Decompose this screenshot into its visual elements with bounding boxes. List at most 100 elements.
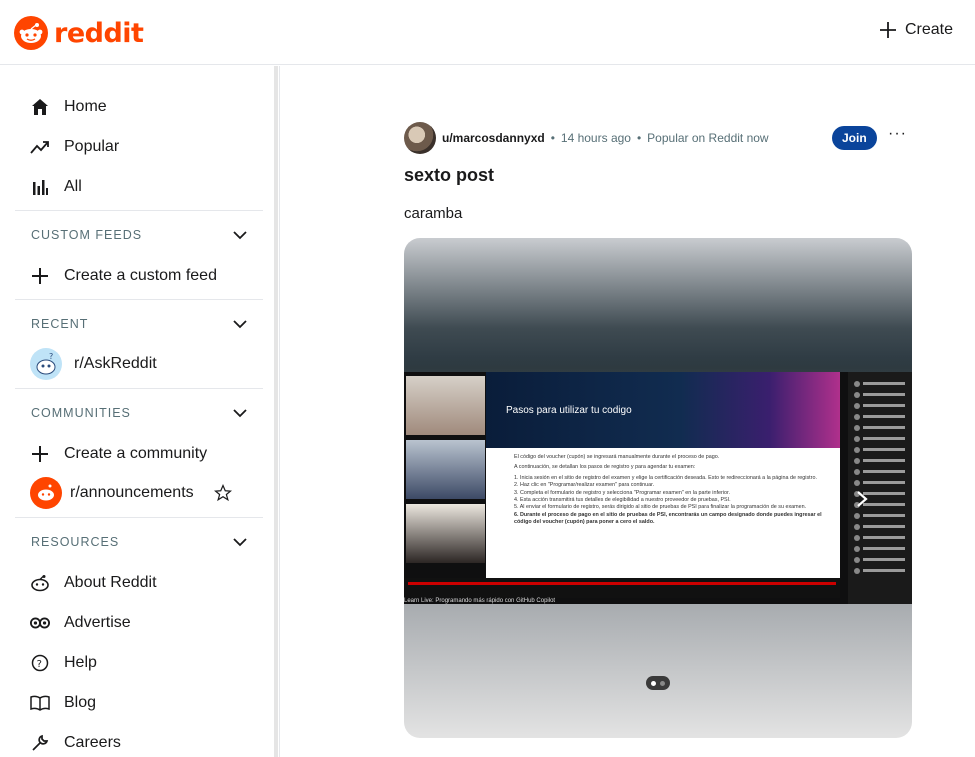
sidebar-item-label: Blog (64, 694, 97, 711)
sidebar-item-label: Careers (64, 734, 121, 751)
trending-icon (30, 137, 50, 157)
sidebar-item-announcements[interactable]: r/announcements (30, 477, 232, 509)
post-media-gallery[interactable]: Pasos para utilizar tu codigo El código … (404, 238, 912, 738)
author-avatar[interactable] (404, 122, 436, 154)
create-custom-feed[interactable]: Create a custom feed (30, 266, 217, 286)
home-icon (30, 97, 50, 117)
video-progress-bar (408, 582, 836, 585)
reddit-logo[interactable]: reddit (14, 16, 144, 50)
presentation-slide: Pasos para utilizar tu codigo El código … (486, 372, 840, 578)
left-sidebar: Home Popular All CUSTOM FEEDS Create a c… (0, 66, 280, 757)
communities-header[interactable]: COMMUNITIES (31, 406, 247, 420)
slide-line: A continuación, se detallan los pasos de… (514, 464, 696, 471)
webcam-tile (406, 504, 485, 563)
sidebar-item-advertise[interactable]: Advertise (30, 613, 131, 633)
chat-line (854, 543, 912, 554)
video-controls (404, 578, 840, 598)
slide-line: 5. Al enviar el formulario de registro, … (514, 504, 807, 511)
sidebar-item-popular[interactable]: Popular (30, 137, 119, 157)
slide-line: 1. Inicia sesión en el sitio de registro… (514, 474, 817, 481)
chat-line (854, 433, 912, 444)
slide-text: El código del voucher (cupón) se ingresa… (486, 448, 840, 527)
chat-line (854, 411, 912, 422)
chat-line (854, 565, 912, 576)
chat-line (854, 378, 912, 389)
help-icon: ? (30, 653, 50, 673)
webcam-tile (406, 376, 485, 435)
gallery-pager[interactable] (646, 676, 670, 690)
askreddit-avatar: ? (30, 348, 62, 380)
slide-line: El código del voucher (cupón) se ingresa… (514, 454, 720, 460)
pager-dot-active (651, 680, 656, 686)
sidebar-item-about-reddit[interactable]: About Reddit (30, 573, 157, 593)
chat-line (854, 554, 912, 565)
book-icon (30, 693, 50, 713)
sidebar-item-all[interactable]: All (30, 177, 82, 197)
sidebar-item-label: r/announcements (70, 484, 194, 501)
slide-title: Pasos para utilizar tu codigo (506, 405, 632, 416)
chevron-down-icon (233, 408, 247, 417)
meta-separator: • (636, 131, 642, 145)
chevron-down-icon (233, 230, 247, 239)
reddit-wordmark: reddit (54, 17, 144, 49)
live-chat-panel (848, 372, 912, 604)
advertise-icon (30, 613, 50, 633)
video-caption: Learn Live: Programando más rápido con G… (404, 598, 556, 604)
svg-text:?: ? (37, 659, 42, 670)
svg-text:?: ? (49, 352, 53, 361)
create-community[interactable]: Create a community (30, 444, 207, 464)
post-title[interactable]: sexto post (404, 165, 494, 186)
sidebar-scrollbar[interactable] (274, 66, 278, 757)
wrench-icon (30, 733, 50, 753)
chat-line (854, 477, 912, 488)
more-options-button[interactable]: ··· (888, 125, 907, 143)
custom-feeds-header[interactable]: CUSTOM FEEDS (31, 228, 247, 242)
section-heading: COMMUNITIES (31, 406, 131, 420)
chat-line (854, 455, 912, 466)
chat-line (854, 400, 912, 411)
create-button[interactable]: Create (879, 21, 953, 39)
slide-line: 2. Haz clic en "Programar/realizar exame… (514, 482, 655, 489)
sidebar-item-askreddit[interactable]: ? r/AskReddit (30, 348, 157, 380)
chevron-down-icon (233, 319, 247, 328)
plus-icon (30, 266, 50, 286)
section-heading: CUSTOM FEEDS (31, 228, 143, 242)
top-header: reddit Create (0, 0, 975, 65)
chat-line (854, 466, 912, 477)
sidebar-item-label: Advertise (64, 614, 131, 631)
chat-line (854, 422, 912, 433)
sidebar-item-home[interactable]: Home (30, 97, 107, 117)
slide-line: 4. Esta acción transmitirá tus detalles … (514, 497, 731, 504)
recent-header[interactable]: RECENT (31, 317, 247, 331)
section-heading: RECENT (31, 317, 89, 331)
sidebar-item-careers[interactable]: Careers (30, 733, 121, 753)
meta-separator: • (550, 131, 555, 145)
sidebar-divider (15, 388, 263, 389)
slide-line: 6. Durante el proceso de pago en el siti… (514, 511, 822, 526)
pager-dot (660, 680, 665, 686)
star-icon[interactable] (213, 484, 232, 502)
sidebar-item-help[interactable]: ? Help (30, 653, 97, 673)
chat-line (854, 444, 912, 455)
next-image-button[interactable] (856, 490, 868, 514)
post-meta-row: u/marcosdannyxd • 14 hours ago • Popular… (404, 121, 914, 155)
sidebar-item-label: Help (64, 654, 97, 671)
slide-header: Pasos para utilizar tu codigo (486, 372, 840, 448)
resources-header[interactable]: RESOURCES (31, 535, 247, 549)
bar-chart-icon (30, 177, 50, 197)
join-button[interactable]: Join (832, 126, 877, 150)
slide-line: 3. Completa el formulario de registro y … (514, 489, 730, 496)
plus-icon (30, 444, 50, 464)
chat-line (854, 521, 912, 532)
sidebar-divider (15, 299, 263, 300)
sidebar-item-label: Create a custom feed (64, 267, 217, 284)
post-body: caramba (404, 205, 463, 222)
post-time: 14 hours ago (560, 131, 631, 145)
video-screenshot: Pasos para utilizar tu codigo El código … (404, 372, 912, 604)
post-author[interactable]: u/marcosdannyxd (442, 131, 545, 145)
chat-line (854, 532, 912, 543)
announcements-avatar (30, 477, 62, 509)
sidebar-item-blog[interactable]: Blog (30, 693, 96, 713)
sidebar-item-label: About Reddit (64, 574, 157, 591)
sidebar-item-label: r/AskReddit (74, 355, 157, 372)
